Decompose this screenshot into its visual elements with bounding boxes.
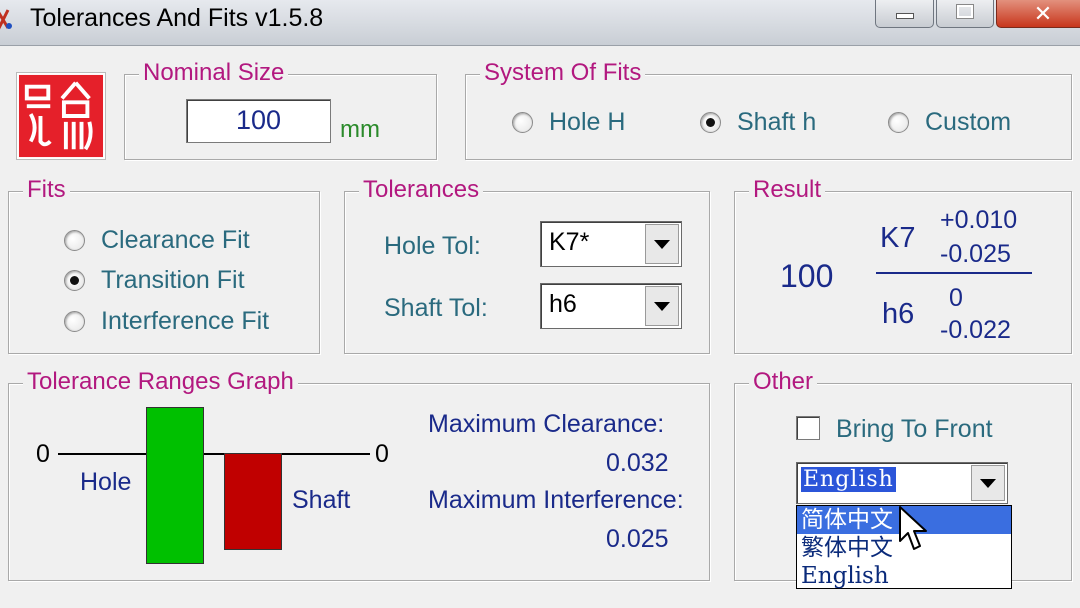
radio-button[interactable] [888, 112, 909, 133]
hole-tolerance-bar [146, 407, 204, 564]
tolerance-graph-legend: Tolerance Ranges Graph [23, 368, 298, 396]
other-legend: Other [749, 368, 818, 396]
fraction-line [876, 272, 1032, 274]
result-hole-code: K7 [880, 222, 916, 254]
radio-label: Shaft h [737, 108, 817, 136]
minimize-icon [895, 13, 914, 19]
radio-hole-h[interactable]: Hole H [512, 108, 625, 137]
bring-to-front-checkbox[interactable] [796, 416, 820, 440]
maximize-icon [956, 3, 975, 19]
shaft-tol-select[interactable]: h6 [540, 283, 682, 329]
radio-clearance-fit[interactable]: Clearance Fit [64, 226, 250, 255]
max-interference-label: Maximum Interference: [428, 486, 684, 514]
window-title: Tolerances And Fits v1.5.8 [30, 4, 324, 32]
nominal-size-legend: Nominal Size [139, 59, 289, 87]
maximize-button[interactable] [936, 0, 994, 28]
system-of-fits-legend: System Of Fits [480, 59, 646, 87]
radio-interference-fit[interactable]: Interference Fit [64, 307, 269, 336]
zero-label-left: 0 [36, 440, 50, 468]
hole-tol-select[interactable]: K7* [540, 221, 682, 267]
hole-graph-label: Hole [80, 468, 132, 496]
close-icon: ✕ [1033, 1, 1053, 26]
chevron-down-icon[interactable] [645, 224, 679, 264]
bring-to-front-label[interactable]: Bring To Front [836, 415, 993, 444]
language-select[interactable]: English [796, 462, 1008, 504]
result-legend: Result [749, 176, 826, 204]
radio-button[interactable] [64, 311, 85, 332]
result-hole-lower: -0.025 [940, 240, 1011, 268]
fits-legend: Fits [23, 176, 70, 204]
app-icon [0, 9, 12, 30]
result-shaft-lower: -0.022 [940, 316, 1011, 344]
shaft-tol-label: Shaft Tol: [384, 294, 488, 322]
hole-tol-value: K7* [549, 228, 590, 256]
result-size: 100 [780, 258, 834, 294]
minimize-button[interactable] [875, 0, 935, 28]
zero-line [58, 453, 370, 455]
unit-label: mm [340, 116, 380, 143]
radio-button[interactable] [64, 230, 85, 251]
radio-label: Transition Fit [101, 266, 245, 294]
max-clearance-label: Maximum Clearance: [428, 410, 665, 438]
result-hole-upper: +0.010 [940, 206, 1018, 234]
shaft-tolerance-bar [224, 453, 282, 550]
title-bar[interactable]: Tolerances And Fits v1.5.8 ✕ [0, 0, 1080, 46]
hole-tol-label: Hole Tol: [384, 232, 481, 260]
window-controls: ✕ [875, 0, 1080, 28]
zero-label-right: 0 [375, 440, 389, 468]
radio-label: Clearance Fit [101, 226, 250, 254]
chevron-down-icon[interactable] [971, 465, 1005, 501]
radio-shaft-h[interactable]: Shaft h [700, 108, 816, 137]
chevron-down-icon[interactable] [645, 286, 679, 326]
radio-label: Hole H [549, 108, 626, 136]
shaft-tol-value: h6 [549, 290, 577, 318]
nominal-size-input[interactable]: 100 [186, 99, 331, 143]
result-shaft-upper: 0 [949, 284, 963, 312]
radio-label: Custom [925, 108, 1012, 136]
radio-custom[interactable]: Custom [888, 108, 1011, 137]
result-shaft-code: h6 [882, 298, 915, 330]
radio-label: Interference Fit [101, 307, 270, 335]
mouse-cursor-icon [899, 506, 927, 550]
red-seal-logo-icon [16, 72, 106, 160]
tolerances-group: Tolerances [344, 176, 710, 354]
max-interference-value: 0.025 [606, 525, 669, 553]
max-clearance-value: 0.032 [606, 449, 669, 477]
radio-button[interactable] [64, 270, 85, 291]
radio-button[interactable] [512, 112, 533, 133]
tolerances-legend: Tolerances [359, 176, 484, 204]
shaft-graph-label: Shaft [292, 486, 351, 514]
radio-button[interactable] [700, 112, 721, 133]
language-option-english[interactable]: English [797, 562, 1011, 590]
language-value: English [801, 467, 896, 492]
radio-transition-fit[interactable]: Transition Fit [64, 266, 245, 295]
close-button[interactable]: ✕ [995, 0, 1080, 28]
